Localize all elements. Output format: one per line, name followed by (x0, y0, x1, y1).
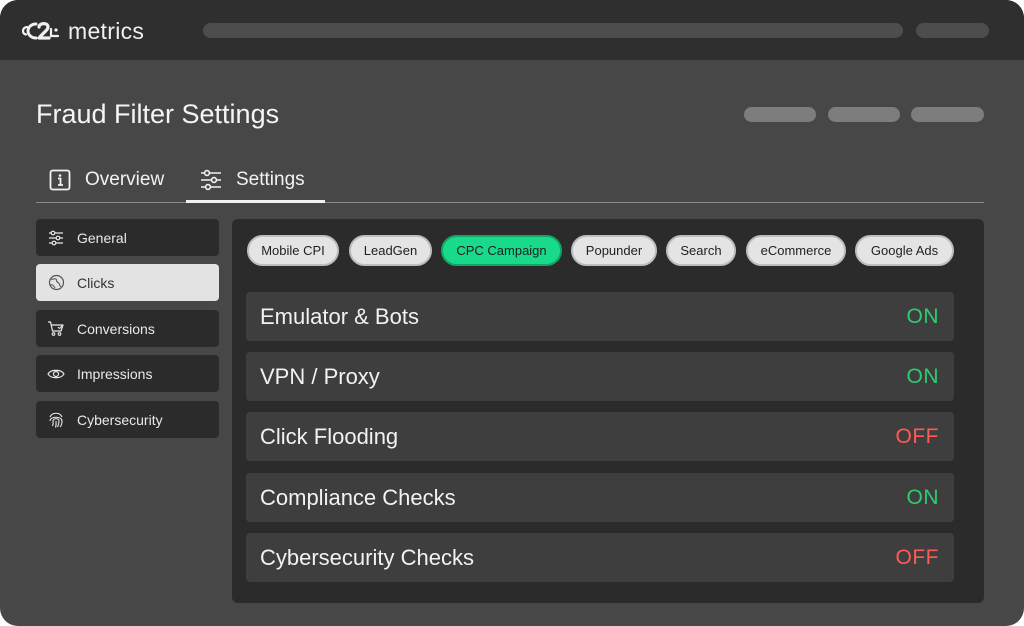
sliders-icon (47, 229, 65, 247)
chip-search[interactable]: Search (666, 235, 736, 266)
chip-label: Google Ads (870, 243, 939, 258)
chip-mobile-cpi[interactable]: Mobile CPI (247, 235, 339, 266)
filter-status-toggle[interactable]: OFF (896, 546, 940, 570)
filter-row-click-flooding[interactable]: Click Flooding OFF (246, 412, 954, 461)
tab-active-indicator (186, 200, 325, 203)
chip-leadgen[interactable]: LeadGen (349, 235, 432, 266)
info-icon (49, 169, 71, 191)
chip-label: CPC Campaign (456, 243, 547, 258)
chip-google-ads[interactable]: Google Ads (855, 235, 954, 266)
brand-name: metrics (68, 17, 145, 44)
filter-row-cybersecurity-checks[interactable]: Cybersecurity Checks OFF (246, 533, 954, 582)
filter-label: Compliance Checks (260, 484, 456, 510)
chip-cpc-campaign[interactable]: CPC Campaign (441, 235, 562, 266)
cart-icon (47, 320, 65, 338)
filter-status-toggle[interactable]: ON (907, 365, 940, 389)
sidebar-item-label: Impressions (77, 365, 153, 382)
top-bar: metrics (0, 0, 1024, 60)
globe-icon (47, 274, 65, 292)
filter-status-toggle[interactable]: ON (907, 305, 940, 329)
filter-row-compliance-checks[interactable]: Compliance Checks ON (246, 473, 954, 522)
sidebar-item-label: Conversions (77, 320, 155, 337)
app-window: metrics Fraud Filter Settings Overview S… (0, 0, 1024, 626)
chip-label: Mobile CPI (261, 243, 325, 258)
chip-label: LeadGen (363, 243, 418, 258)
chip-label: eCommerce (760, 243, 832, 258)
search-bar-placeholder[interactable] (203, 23, 903, 38)
chip-popunder[interactable]: Popunder (571, 235, 657, 266)
sidebar-item-impressions[interactable]: Impressions (36, 355, 219, 392)
chip-label: Search (680, 243, 722, 258)
filter-status-toggle[interactable]: OFF (896, 425, 940, 449)
sidebar-item-label: Clicks (77, 274, 115, 291)
eye-icon (47, 365, 65, 383)
filter-row-vpn-proxy[interactable]: VPN / Proxy ON (246, 352, 954, 401)
c2-logo-icon (22, 22, 60, 40)
filter-label: VPN / Proxy (260, 363, 380, 389)
filter-label: Click Flooding (260, 423, 399, 449)
tab-label: Settings (236, 169, 305, 190)
chip-label: Popunder (585, 243, 643, 258)
header-action-placeholder[interactable] (744, 107, 816, 122)
tab-label: Overview (85, 169, 165, 190)
sidebar-item-clicks[interactable]: Clicks (36, 264, 219, 301)
sidebar-item-label: General (77, 229, 127, 246)
fingerprint-icon (47, 411, 65, 429)
sidebar-item-conversions[interactable]: Conversions (36, 310, 219, 347)
filter-row-emulator-bots[interactable]: Emulator & Bots ON (246, 292, 954, 341)
chip-ecommerce[interactable]: eCommerce (746, 235, 846, 266)
tab-divider (36, 202, 984, 203)
tab-overview[interactable]: Overview (49, 158, 164, 202)
sliders-icon (201, 169, 221, 191)
sidebar-item-label: Cybersecurity (77, 411, 163, 428)
brand-logo[interactable]: metrics (22, 16, 144, 46)
filter-label: Cybersecurity Checks (260, 544, 474, 570)
page-title: Fraud Filter Settings (36, 99, 280, 129)
tab-bar: Overview Settings (36, 158, 984, 203)
filter-status-toggle[interactable]: ON (907, 486, 940, 510)
header-action-placeholder[interactable] (911, 107, 984, 122)
filter-label: Emulator & Bots (260, 303, 419, 329)
header-action-placeholder[interactable] (828, 107, 900, 122)
sidebar-item-cybersecurity[interactable]: Cybersecurity (36, 401, 219, 438)
account-menu-placeholder[interactable] (916, 23, 989, 38)
sidebar-item-general[interactable]: General (36, 219, 219, 256)
tab-settings[interactable]: Settings (200, 158, 305, 202)
